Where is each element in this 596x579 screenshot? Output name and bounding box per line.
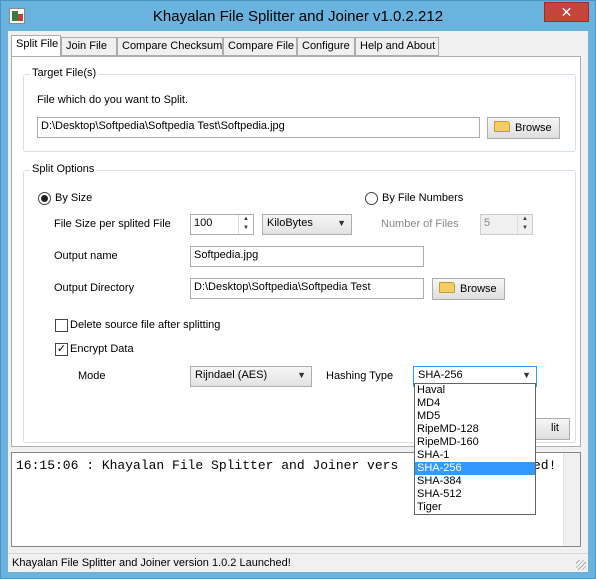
by-size-label: By Size — [55, 192, 93, 204]
title-bar: Khayalan File Splitter and Joiner v1.0.2… — [1, 1, 595, 31]
status-bar: Khayalan File Splitter and Joiner versio… — [8, 553, 588, 572]
hash-option-sha-1[interactable]: SHA-1 — [415, 449, 535, 462]
file-size-value: 100 — [194, 217, 213, 229]
hash-option-md5[interactable]: MD5 — [415, 410, 535, 423]
hash-option-tiger[interactable]: Tiger — [415, 501, 535, 514]
chevron-down-icon: ▼ — [522, 370, 531, 380]
output-name-label: Output name — [54, 250, 118, 262]
tab-join-file[interactable]: Join File — [61, 37, 117, 56]
log-line-tail: ed! — [533, 458, 557, 473]
close-button[interactable]: ✕ — [544, 2, 589, 22]
target-path-input[interactable]: D:\Desktop\Softpedia\Softpedia Test\Soft… — [37, 117, 480, 138]
hash-option-ripemd-128[interactable]: RipeMD-128 — [415, 423, 535, 436]
window-title: Khayalan File Splitter and Joiner v1.0.2… — [152, 8, 444, 25]
chevron-down-icon: ▼ — [337, 218, 346, 228]
hash-option-md4[interactable]: MD4 — [415, 397, 535, 410]
encrypt-data-label: Encrypt Data — [70, 343, 134, 355]
hash-option-haval[interactable]: Haval — [415, 384, 535, 397]
file-size-label: File Size per splited File — [54, 218, 171, 230]
tab-compare-checksum[interactable]: Compare Checksum — [117, 37, 223, 56]
hash-option-ripemd-160[interactable]: RipeMD-160 — [415, 436, 535, 449]
tab-configure[interactable]: Configure — [297, 37, 355, 56]
output-browse-label: Browse — [460, 283, 497, 295]
hashing-type-dropdown-list: Haval MD4 MD5 RipeMD-128 RipeMD-160 SHA-… — [414, 383, 536, 515]
size-unit-value: KiloBytes — [267, 217, 313, 229]
split-options-group-label: Split Options — [30, 163, 97, 175]
app-window: Khayalan File Splitter and Joiner v1.0.2… — [0, 0, 596, 579]
output-browse-button[interactable]: Browse — [432, 278, 505, 300]
hashing-type-label: Hashing Type — [326, 370, 394, 382]
tab-help-about[interactable]: Help and About — [355, 37, 439, 56]
file-size-stepper[interactable]: 100 ▲ ▼ — [190, 214, 254, 235]
number-of-files-label: Number of Files — [381, 218, 459, 230]
output-directory-label: Output Directory — [54, 282, 135, 294]
by-file-numbers-label: By File Numbers — [382, 192, 464, 204]
target-files-group-label: Target File(s) — [30, 67, 99, 79]
number-of-files-spin-icon[interactable]: ▲ ▼ — [517, 215, 532, 234]
number-of-files-stepper[interactable]: 5 ▲ ▼ — [480, 214, 533, 235]
hash-option-sha-384[interactable]: SHA-384 — [415, 475, 535, 488]
tab-compare-file[interactable]: Compare File — [223, 37, 297, 56]
hash-option-sha-256[interactable]: SHA-256 — [415, 462, 535, 475]
log-line: 16:15:06 : Khayalan File Splitter and Jo… — [16, 458, 399, 473]
client-area: Split File Join File Compare Checksum Co… — [8, 31, 588, 572]
delete-source-label: Delete source file after splitting — [70, 319, 221, 331]
chevron-down-icon: ▼ — [297, 370, 306, 380]
by-size-radio[interactable] — [38, 192, 51, 205]
by-file-numbers-radio[interactable] — [365, 192, 378, 205]
output-name-input[interactable]: Softpedia.jpg — [190, 246, 424, 267]
hashing-type-value: SHA-256 — [418, 369, 463, 381]
target-files-group: Target File(s) File which do you want to… — [23, 67, 576, 152]
tab-split-file[interactable]: Split File — [11, 35, 61, 57]
mode-label: Mode — [78, 370, 106, 382]
target-description: File which do you want to Split. — [37, 94, 189, 106]
mode-select[interactable]: Rijndael (AES) ▼ — [190, 366, 312, 387]
size-unit-select[interactable]: KiloBytes ▼ — [262, 214, 352, 235]
encrypt-data-checkbox[interactable]: ✓ — [55, 343, 68, 356]
status-text: Khayalan File Splitter and Joiner versio… — [12, 557, 291, 569]
number-of-files-value: 5 — [484, 217, 491, 229]
log-scrollbar[interactable] — [563, 453, 580, 546]
delete-source-checkbox[interactable] — [55, 319, 68, 332]
resize-grip-icon[interactable] — [576, 560, 586, 570]
mode-value: Rijndael (AES) — [195, 369, 268, 381]
target-browse-label: Browse — [515, 122, 552, 134]
file-size-spin-icon[interactable]: ▲ ▼ — [238, 215, 253, 234]
folder-icon — [439, 282, 455, 293]
target-browse-button[interactable]: Browse — [487, 117, 560, 139]
hash-option-sha-512[interactable]: SHA-512 — [415, 488, 535, 501]
folder-icon — [494, 121, 510, 132]
output-directory-input[interactable]: D:\Desktop\Softpedia\Softpedia Test — [190, 278, 424, 299]
